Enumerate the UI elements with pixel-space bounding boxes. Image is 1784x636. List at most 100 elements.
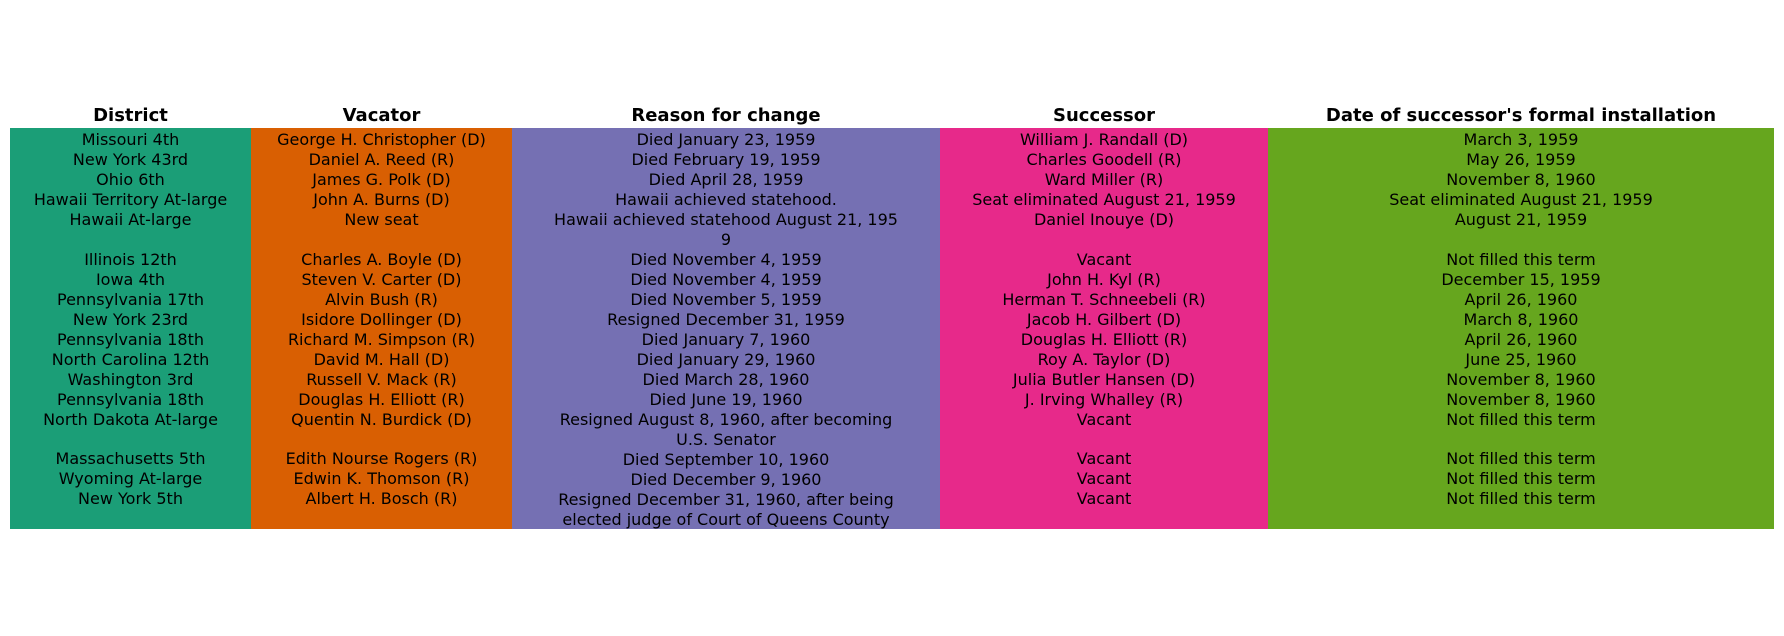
column-header: Reason for change (631, 105, 821, 126)
table-cell: Seat eliminated August 21, 1959 (1389, 190, 1653, 209)
table-cell: Russell V. Mack (R) (306, 369, 457, 389)
table-cell: Edith Nourse Rogers (R) (285, 449, 478, 469)
table-cell: Hawaii achieved statehood August 21, 195 (554, 210, 898, 229)
table-cell: Resigned December 31, 1959 (607, 310, 845, 329)
table-column: George H. Christopher (D) Daniel A. Reed … (251, 128, 512, 529)
table-cell: Vacant (1076, 249, 1132, 269)
table-cell: 9 (720, 230, 732, 249)
table-cell (251, 509, 512, 529)
table-cell: Herman T. Schneebeli (R) (1002, 289, 1206, 309)
table-cell: Missouri 4th (81, 130, 180, 149)
table-cell (940, 509, 1268, 529)
table-cell: New York 23rd (72, 309, 189, 329)
table-cell: April 26, 1960 (1464, 289, 1578, 309)
table-cell (10, 430, 251, 450)
table-cell: George H. Christopher (D) (277, 130, 486, 149)
table-cell: Pennsylvania 17th (57, 289, 204, 309)
table-cell: Hawaii achieved statehood. (615, 190, 837, 209)
table-cell: Vacant (1076, 409, 1132, 429)
table-column: William J. Randall (D) Charles Goodell (R… (940, 128, 1268, 529)
table-cell: Died March 28, 1960 (642, 370, 810, 389)
table-cell: Daniel Inouye (D) (1033, 210, 1175, 229)
table-cell: Alvin Bush (R) (325, 289, 438, 309)
table-cell: Roy A. Taylor (D) (1037, 349, 1171, 369)
table-cell: Vacant (1076, 449, 1132, 469)
table-cell (10, 509, 251, 529)
table-cell: November 8, 1960 (1446, 369, 1596, 389)
table-cell: North Dakota At-large (43, 409, 218, 429)
table-cell: North Carolina 12th (51, 349, 210, 369)
table-cell: May 26, 1959 (1466, 150, 1576, 169)
table-cell: Douglas H. Elliott (R) (1020, 329, 1188, 349)
table-cell: Not filled this term (1446, 489, 1596, 509)
table-cell: November 8, 1960 (1446, 170, 1596, 189)
table-cell: Richard M. Simpson (R) (287, 329, 476, 349)
table-column: March 3, 1959 May 26, 1959 November 8, 196… (1268, 128, 1774, 529)
table-cell: Julia Butler Hansen (D) (1012, 369, 1196, 389)
table-cell: Vacant (1076, 489, 1132, 509)
table-cell: Wyoming At-large (58, 469, 203, 489)
table-cell: Charles A. Boyle (D) (301, 249, 462, 269)
table-cell: James G. Polk (D) (312, 170, 451, 189)
table-cell: Ohio 6th (96, 170, 165, 189)
table-column: Died January 23, 1959 Died February 19, 1… (512, 128, 940, 529)
table-cell: John H. Kyl (R) (1047, 269, 1161, 289)
table-cell: Pennsylvania 18th (57, 389, 204, 409)
table-cell: New York 5th (78, 489, 183, 509)
table-cell: Isidore Dollinger (D) (301, 309, 462, 329)
column-header: Vacator (342, 105, 421, 126)
table-cell: Vacant (1076, 469, 1132, 489)
table-cell: Died December 9, 1960 (630, 470, 822, 489)
table-cell: Iowa 4th (95, 269, 166, 289)
table-cell: November 8, 1960 (1446, 389, 1596, 409)
table-cell: Died November 4, 1959 (630, 250, 822, 269)
table-cell: August 21, 1959 (1454, 210, 1588, 229)
table-cell: Died February 19, 1959 (631, 150, 821, 169)
table-cell: John A. Burns (D) (313, 190, 450, 209)
table-cell: Seat eliminated August 21, 1959 (972, 190, 1236, 209)
table-cell (940, 230, 1268, 250)
table-cell: Died April 28, 1959 (648, 170, 804, 189)
table-cell: J. Irving Whalley (R) (1024, 389, 1184, 409)
table-cell: Massachusetts 5th (55, 449, 206, 469)
column-header: Successor (1053, 105, 1155, 126)
table-cell: Died September 10, 1960 (622, 450, 830, 469)
table-cell: March 3, 1959 (1463, 130, 1579, 149)
table-cell (10, 230, 251, 250)
table-cell: Died January 29, 1960 (636, 350, 816, 369)
table-cell (1268, 430, 1774, 450)
table-cell: Not filled this term (1446, 469, 1596, 489)
table-column: Missouri 4th New York 43rd Ohio 6th Hawaii … (10, 128, 251, 529)
table-cell: Not filled this term (1446, 449, 1596, 469)
table-cell: Douglas H. Elliott (R) (298, 389, 465, 409)
table-body: Missouri 4th New York 43rd Ohio 6th Hawaii … (10, 128, 1774, 529)
table-cell: Charles Goodell (R) (1026, 150, 1182, 169)
table-cell (1268, 230, 1774, 250)
table-cell: Hawaii Territory At-large (33, 190, 228, 209)
column-header: Date of successor's formal installation (1325, 105, 1717, 126)
table-cell: March 8, 1960 (1463, 309, 1579, 329)
table-cell: Resigned August 8, 1960, after becoming (559, 410, 893, 429)
table-cell: Jacob H. Gilbert (D) (1026, 309, 1182, 329)
table-cell: Not filled this term (1446, 409, 1596, 429)
data-table: District Vacator Reason for change Successo… (10, 104, 1774, 529)
table-cell (251, 230, 512, 250)
table-cell: April 26, 1960 (1464, 329, 1578, 349)
table-cell: Not filled this term (1446, 249, 1596, 269)
table-cell: Daniel A. Reed (R) (308, 150, 455, 169)
table-cell: Died November 4, 1959 (630, 270, 822, 289)
table-cell: Pennsylvania 18th (57, 329, 204, 349)
table-cell: U.S. Senator (676, 430, 776, 449)
table-cell: Ward Miller (R) (1044, 170, 1164, 189)
table-cell: Steven V. Carter (D) (301, 269, 462, 289)
table-cell: Died January 23, 1959 (636, 130, 816, 149)
table-cell: Died January 7, 1960 (641, 330, 811, 349)
table-cell: Hawaii At-large (69, 210, 192, 229)
table-cell: Resigned December 31, 1960, after being (558, 490, 894, 509)
table-cell: William J. Randall (D) (1019, 130, 1189, 149)
table-cell: David M. Hall (D) (313, 349, 450, 369)
table-cell: December 15, 1959 (1441, 269, 1601, 289)
table-cell (940, 430, 1268, 450)
table-cell: Died November 5, 1959 (630, 290, 822, 309)
table-cell: Albert H. Bosch (R) (305, 489, 458, 509)
